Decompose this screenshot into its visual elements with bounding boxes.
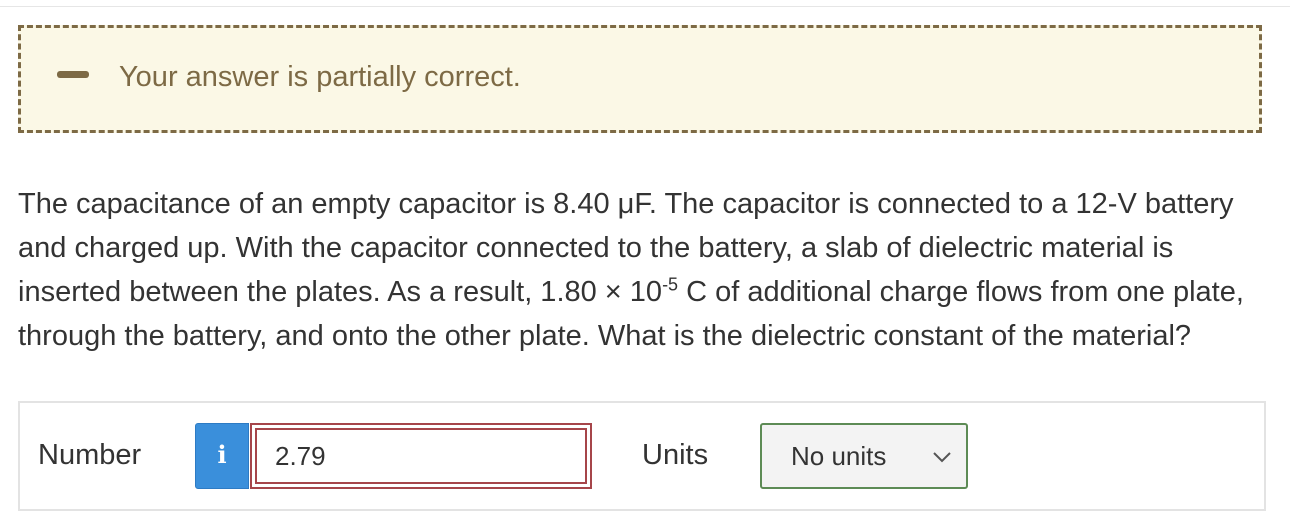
units-select[interactable]: No units	[760, 423, 968, 489]
number-input[interactable]	[255, 428, 587, 484]
question-text: The capacitance of an empty capacitor is…	[18, 182, 1268, 358]
units-label: Units	[642, 439, 709, 471]
top-divider	[0, 6, 1290, 7]
units-selected-value: No units	[791, 441, 887, 471]
number-label: Number	[38, 439, 142, 471]
chevron-down-icon	[933, 452, 951, 463]
feedback-banner: Your answer is partially correct.	[18, 25, 1262, 133]
answer-panel: Number i Units No units	[18, 401, 1266, 511]
minus-icon	[57, 71, 89, 78]
feedback-message: Your answer is partially correct.	[119, 61, 521, 93]
question-exponent: -5	[662, 274, 679, 295]
number-input-frame	[250, 423, 592, 489]
info-button[interactable]: i	[195, 423, 249, 489]
